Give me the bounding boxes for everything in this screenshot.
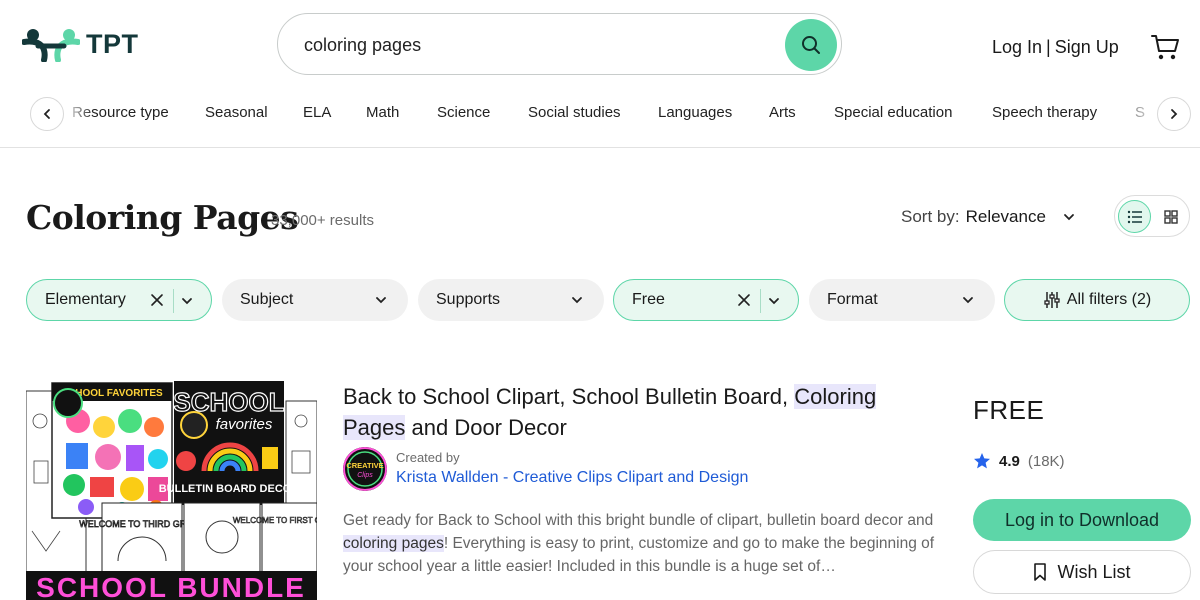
product-title-part: and Door Decor <box>405 415 567 440</box>
close-icon[interactable] <box>149 292 165 308</box>
all-filters-button[interactable]: All filters (2) <box>1004 279 1190 321</box>
rating-value: 4.9 <box>999 452 1020 470</box>
category-scroll-left[interactable] <box>30 97 64 131</box>
chevron-down-icon <box>1064 214 1074 221</box>
filter-label: Elementary <box>45 291 126 308</box>
chip-divider <box>760 289 761 313</box>
filter-chip-subject[interactable]: Subject <box>222 279 408 321</box>
filter-label: Subject <box>240 291 294 308</box>
creator-name-link[interactable]: Krista Wallden - Creative Clips Clipart … <box>396 469 748 487</box>
category-ela[interactable]: ELA <box>303 104 331 121</box>
product-price: FREE <box>973 395 1045 425</box>
category-speech-therapy[interactable]: Speech therapy <box>992 104 1097 121</box>
product-desc-part: Get ready for Back to School with this b… <box>343 512 934 529</box>
grid-icon <box>1163 209 1178 224</box>
thumb-favorites-script: favorites <box>216 416 273 433</box>
rating-count: (18K) <box>1027 452 1065 470</box>
logo-text: TPT <box>86 28 139 59</box>
results-count: 33,000+ results <box>271 212 374 229</box>
category-special-education[interactable]: Special education <box>834 104 952 121</box>
list-view-button[interactable] <box>1118 200 1151 233</box>
product-thumbnail-art: SCHOOL FAVORITES SCHOOL favorites BULLET… <box>26 381 317 600</box>
creator-logo-text: CREATIVE <box>346 461 383 470</box>
filter-chip-format[interactable]: Format <box>809 279 995 321</box>
chevron-right-icon <box>1171 109 1178 119</box>
download-label: Log in to Download <box>1004 509 1160 530</box>
star-icon <box>974 453 990 469</box>
filter-chip-free[interactable]: Free <box>613 279 799 321</box>
creator-logo: CREATIVE Clips <box>343 447 387 491</box>
list-icon <box>1127 210 1142 223</box>
all-filters-label: All filters (2) <box>1066 291 1152 308</box>
chevron-down-icon[interactable] <box>767 294 781 308</box>
category-nav: Resource type Seasonal ELA Math Science … <box>0 92 1200 148</box>
chevron-left-icon <box>43 109 50 119</box>
wish-list-button[interactable]: Wish List <box>973 550 1191 594</box>
bookmark-icon <box>1034 563 1047 581</box>
product-thumbnail[interactable]: SCHOOL FAVORITES SCHOOL favorites BULLET… <box>26 381 317 600</box>
sort-value: Relevance <box>965 207 1046 226</box>
sort-dropdown[interactable]: Sort by: Relevance <box>901 207 1076 227</box>
chevron-down-icon[interactable] <box>180 294 194 308</box>
category-math[interactable]: Math <box>366 104 399 121</box>
search-input[interactable] <box>304 32 764 58</box>
auth-links: Log In | Sign Up <box>992 37 1119 58</box>
thumb-bulletin-text: BULLETIN BOARD DECOR <box>159 483 300 495</box>
chip-divider <box>173 289 174 313</box>
view-toggle <box>1114 195 1190 237</box>
product-title-part: Back to School Clipart, School Bulletin … <box>343 384 795 409</box>
chevron-down-icon <box>376 297 386 304</box>
category-arts[interactable]: Arts <box>769 104 796 121</box>
chevron-down-icon <box>963 297 973 304</box>
filter-chip-supports[interactable]: Supports <box>418 279 604 321</box>
created-by-label: Created by <box>396 450 460 465</box>
login-link[interactable]: Log In <box>992 37 1042 58</box>
category-scroll-right[interactable] <box>1157 97 1191 131</box>
sort-label: Sort by: <box>901 207 960 226</box>
thumb-school-bundle-text: SCHOOL BUNDLE <box>36 572 306 600</box>
product-description: Get ready for Back to School with this b… <box>343 509 948 578</box>
category-languages[interactable]: Languages <box>658 104 732 121</box>
thumb-welcome-first: WELCOME TO FIRST GRADE <box>233 516 317 525</box>
search-button[interactable] <box>785 19 837 71</box>
signup-link[interactable]: Sign Up <box>1055 37 1119 58</box>
search-icon <box>802 36 820 54</box>
site-header: TPT Log In | Sign Up <box>0 0 1200 90</box>
tpt-logo[interactable]: TPT <box>22 26 139 62</box>
sliders-icon <box>1044 292 1060 308</box>
filter-label: Free <box>632 291 665 308</box>
tpt-logo-icon <box>22 29 80 62</box>
wish-list-label: Wish List <box>1057 561 1131 582</box>
creator-logo-script: Clips <box>357 472 373 479</box>
filter-label: Format <box>827 291 878 308</box>
category-fade-right <box>1126 100 1158 130</box>
category-seasonal[interactable]: Seasonal <box>205 104 268 121</box>
filter-label: Supports <box>436 291 501 308</box>
search-bar <box>277 13 842 75</box>
page-title: Coloring Pages <box>26 198 299 237</box>
creator-avatar[interactable]: CREATIVE Clips <box>343 447 387 491</box>
category-fade-left <box>64 100 94 130</box>
chevron-down-icon <box>572 297 582 304</box>
filter-chip-elementary[interactable]: Elementary <box>26 279 212 321</box>
auth-separator: | <box>1046 37 1051 57</box>
product-rating[interactable]: 4.9 (18K) <box>973 452 1065 470</box>
cart-icon[interactable] <box>1150 32 1180 62</box>
product-desc-highlight: coloring pages <box>343 535 444 552</box>
close-icon[interactable] <box>736 292 752 308</box>
login-to-download-button[interactable]: Log in to Download <box>973 499 1191 541</box>
category-social-studies[interactable]: Social studies <box>528 104 621 121</box>
product-title[interactable]: Back to School Clipart, School Bulletin … <box>343 381 943 443</box>
grid-view-button[interactable] <box>1154 200 1187 233</box>
category-track: Resource type Seasonal ELA Math Science … <box>66 104 1156 128</box>
category-science[interactable]: Science <box>437 104 490 121</box>
